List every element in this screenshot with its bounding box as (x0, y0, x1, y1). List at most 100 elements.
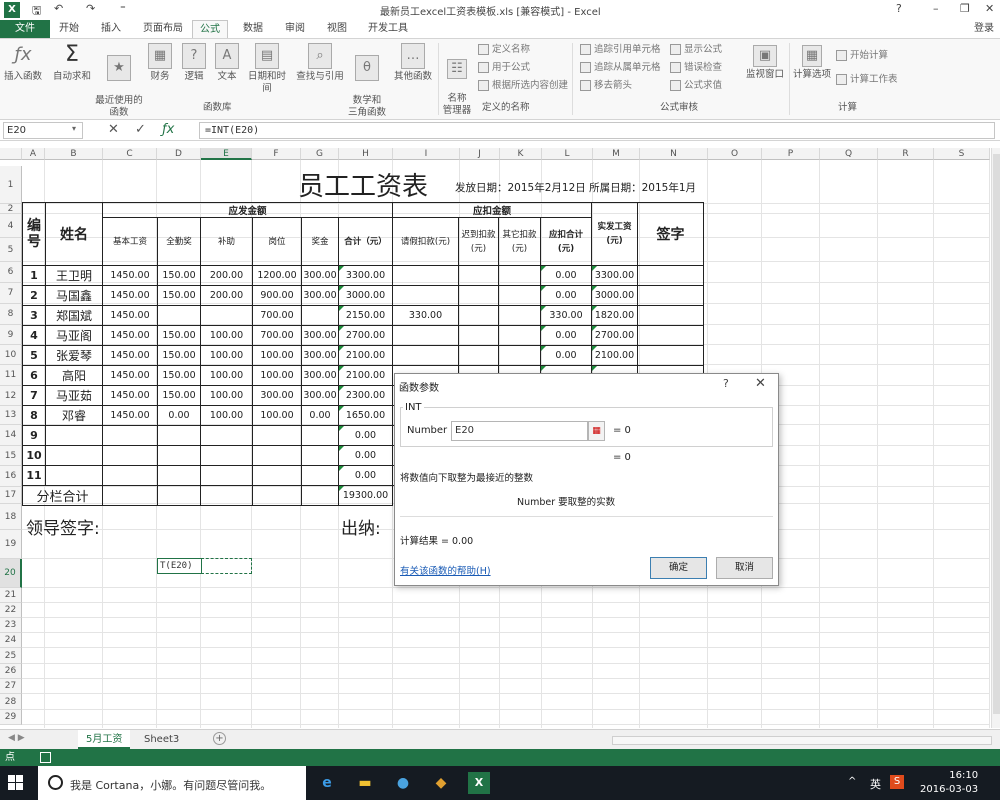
cell-leave[interactable] (392, 345, 459, 366)
cell-total[interactable]: 3000.00 (338, 285, 393, 306)
logical-button[interactable]: ? 逻辑 (180, 43, 208, 83)
cell-post[interactable] (252, 465, 302, 486)
cell-other[interactable] (498, 345, 541, 366)
cell-attend[interactable]: 0.00 (157, 405, 201, 426)
cell-name[interactable] (45, 445, 103, 466)
header-other[interactable]: 其它扣款(元) (498, 217, 541, 266)
cell-late[interactable] (458, 325, 499, 346)
header-sign[interactable]: 签字 (637, 202, 704, 266)
cell-net[interactable]: 2700.00 (591, 325, 638, 346)
cell-attend[interactable] (157, 305, 201, 326)
cell-late[interactable] (458, 345, 499, 366)
column-header-N[interactable]: N (640, 148, 708, 160)
row-header-7[interactable]: 7 (0, 283, 22, 304)
cell-attend[interactable]: 150.00 (157, 365, 201, 386)
cell-attend[interactable] (157, 445, 201, 466)
column-header-C[interactable]: C (103, 148, 157, 160)
row-header-14[interactable]: 14 (0, 425, 22, 446)
subtotal-label[interactable]: 分栏合计 (22, 485, 103, 506)
cell-bonus[interactable]: 300.00 (301, 285, 339, 306)
editing-cell[interactable]: T(E20) (157, 558, 202, 574)
cell-sign[interactable] (637, 265, 704, 286)
column-header-L[interactable]: L (542, 148, 593, 160)
cell-no[interactable]: 8 (22, 405, 46, 426)
cell-base[interactable]: 1450.00 (102, 365, 158, 386)
macro-record-icon[interactable] (40, 752, 51, 763)
cell-bonus[interactable] (301, 445, 339, 466)
cell-name[interactable]: 王卫明 (45, 265, 103, 286)
cell-no[interactable]: 1 (22, 265, 46, 286)
cell-no[interactable]: 7 (22, 385, 46, 406)
cell-subsidy[interactable]: 100.00 (200, 385, 253, 406)
column-header-G[interactable]: G (301, 148, 339, 160)
error-check-button[interactable]: 错误检查 (670, 59, 722, 77)
sogou-ime-icon[interactable]: S (890, 775, 904, 789)
file-explorer-icon[interactable]: ▬ (354, 772, 376, 794)
cell-bonus[interactable] (301, 465, 339, 486)
cell-subsidy[interactable]: 200.00 (200, 285, 253, 306)
lookup-button[interactable]: ⌕ 查找与引用 (296, 43, 344, 83)
save-icon[interactable]: 🖫 (32, 2, 41, 21)
cell-attend[interactable]: 150.00 (157, 285, 201, 306)
header-net[interactable]: 实发工资(元) (591, 202, 638, 266)
cell-total[interactable]: 2300.00 (338, 385, 393, 406)
column-header-P[interactable]: P (762, 148, 820, 160)
financial-button[interactable]: ▦ 财务 (146, 43, 174, 83)
cell-attend[interactable]: 150.00 (157, 345, 201, 366)
row-header-29[interactable]: 29 (0, 710, 22, 725)
cell-base[interactable]: 1450.00 (102, 285, 158, 306)
cell-other[interactable] (498, 325, 541, 346)
cell-deduct-total[interactable]: 0.00 (540, 325, 592, 346)
calculate-sheet-button[interactable]: 计算工作表 (836, 71, 898, 89)
dialog-close-button[interactable]: ✕ (755, 376, 766, 391)
cell-total[interactable]: 2700.00 (338, 325, 393, 346)
cell-subsidy[interactable] (200, 425, 253, 446)
cell-post[interactable] (252, 425, 302, 446)
column-header-D[interactable]: D (157, 148, 201, 160)
sheet-tab-may[interactable]: 5月工资 (78, 730, 131, 749)
cell-net[interactable]: 3300.00 (591, 265, 638, 286)
use-in-formula-button[interactable]: 用于公式 (478, 59, 530, 77)
tab-page-layout[interactable]: 页面布局 (136, 20, 190, 38)
function-help-link[interactable]: 有关该函数的帮助(H) (400, 563, 491, 577)
cell-attend[interactable]: 150.00 (157, 265, 201, 286)
row-header-10[interactable]: 10 (0, 345, 22, 365)
cell-subsidy[interactable] (200, 445, 253, 466)
cell-name[interactable]: 马亚茹 (45, 385, 103, 406)
create-from-selection-button[interactable]: 根据所选内容创建 (478, 77, 568, 95)
header-total[interactable]: 合计（元） (338, 217, 393, 266)
cell-post[interactable]: 700.00 (252, 325, 302, 346)
cell-bonus[interactable]: 300.00 (301, 385, 339, 406)
column-header-I[interactable]: I (393, 148, 460, 160)
undo-icon[interactable]: ↶ (54, 2, 63, 15)
cell-base[interactable]: 1450.00 (102, 385, 158, 406)
header-deduct[interactable]: 应扣金额 (392, 202, 592, 218)
chevron-down-icon[interactable]: ▾ (72, 124, 76, 133)
row-header-9[interactable]: 9 (0, 325, 22, 345)
recent-functions-button[interactable]: ★ 最近使用的 函数 (95, 43, 143, 119)
cell-attend[interactable] (157, 425, 201, 446)
row-header-24[interactable]: 24 (0, 633, 22, 648)
trace-precedents-button[interactable]: 追踪引用单元格 (580, 41, 661, 59)
row-header-27[interactable]: 27 (0, 679, 22, 694)
subtotal-empty[interactable] (252, 485, 302, 506)
header-late[interactable]: 迟到扣款(元) (458, 217, 499, 266)
cell-leave[interactable] (392, 285, 459, 306)
subtotal-value[interactable]: 19300.00 (338, 485, 393, 506)
cell-no[interactable]: 6 (22, 365, 46, 386)
dialog-help-button[interactable]: ? (723, 377, 729, 390)
header-deduct-total[interactable]: 应扣合计(元) (540, 217, 592, 266)
insert-function-button[interactable]: ƒx 插入函数 (3, 43, 43, 83)
cell-late[interactable] (458, 285, 499, 306)
row-header-20[interactable]: 20 (0, 559, 22, 588)
tab-insert[interactable]: 插入 (94, 20, 128, 38)
cell-no[interactable]: 9 (22, 425, 46, 446)
tab-review[interactable]: 审阅 (278, 20, 312, 38)
header-no[interactable]: 编号 (22, 202, 46, 266)
select-all-corner[interactable] (0, 148, 22, 160)
cell-bonus[interactable] (301, 425, 339, 446)
cell-deduct-total[interactable]: 0.00 (540, 345, 592, 366)
column-header-M[interactable]: M (593, 148, 640, 160)
calculate-now-button[interactable]: 开始计算 (836, 47, 888, 65)
cell-name[interactable]: 马亚阁 (45, 325, 103, 346)
